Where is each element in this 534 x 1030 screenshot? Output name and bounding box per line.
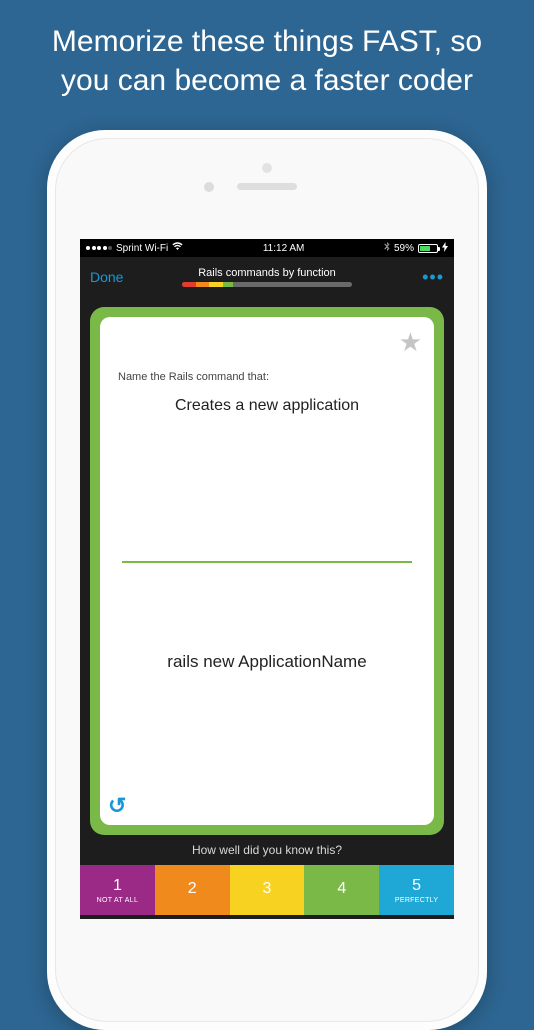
answer-text: rails new ApplicationName — [118, 652, 416, 672]
flip-icon[interactable]: ↺ — [108, 793, 126, 819]
promo-line-1: Memorize these things FAST, so — [20, 22, 514, 61]
rating-number: 4 — [337, 880, 346, 898]
signal-strength-icon — [86, 246, 112, 250]
speaker-icon — [237, 183, 297, 190]
done-button[interactable]: Done — [90, 269, 123, 285]
rating-button-4[interactable]: 4 — [304, 865, 379, 915]
nav-bar: Done Rails commands by function ••• — [80, 257, 454, 297]
prompt-text: Creates a new application — [118, 397, 416, 415]
rating-number: 5 — [412, 877, 421, 895]
front-camera-icon — [204, 182, 214, 192]
phone-bezel: Sprint Wi-Fi 11:12 AM 59% — [55, 138, 479, 1022]
battery-percent: 59% — [394, 243, 414, 254]
rating-row: 1 NOT AT ALL 2 3 4 5 PERFECTLY — [80, 865, 454, 915]
prompt-label: Name the Rails command that: — [118, 371, 416, 383]
rating-label: PERFECTLY — [395, 897, 438, 904]
rating-number: 1 — [113, 877, 122, 895]
progress-bar — [182, 282, 352, 287]
battery-icon — [418, 244, 438, 253]
charging-icon — [442, 242, 448, 255]
more-menu-icon[interactable]: ••• — [422, 267, 444, 288]
rating-number: 3 — [263, 880, 272, 898]
bluetooth-icon — [384, 242, 390, 255]
rating-number: 2 — [188, 880, 197, 898]
rating-footer: How well did you know this? 1 NOT AT ALL 2… — [80, 835, 454, 919]
rating-label: NOT AT ALL — [97, 897, 139, 904]
rating-button-2[interactable]: 2 — [155, 865, 230, 915]
rating-button-3[interactable]: 3 — [230, 865, 305, 915]
promo-headline: Memorize these things FAST, so you can b… — [0, 0, 534, 100]
card-area: ★ Name the Rails command that: Creates a… — [80, 297, 454, 835]
status-time: 11:12 AM — [263, 243, 305, 254]
wifi-icon — [172, 242, 183, 254]
rating-prompt: How well did you know this? — [80, 835, 454, 865]
flashcard[interactable]: ★ Name the Rails command that: Creates a… — [90, 307, 444, 835]
carrier-label: Sprint Wi-Fi — [116, 243, 168, 254]
rating-button-1[interactable]: 1 NOT AT ALL — [80, 865, 155, 915]
status-bar: Sprint Wi-Fi 11:12 AM 59% — [80, 239, 454, 257]
promo-line-2: you can become a faster coder — [20, 61, 514, 100]
rating-button-5[interactable]: 5 PERFECTLY — [379, 865, 454, 915]
phone-screen: Sprint Wi-Fi 11:12 AM 59% — [80, 239, 454, 919]
phone-frame: Sprint Wi-Fi 11:12 AM 59% — [47, 130, 487, 1030]
deck-title: Rails commands by function — [182, 267, 352, 279]
proximity-sensor-icon — [262, 163, 272, 173]
card-divider — [122, 561, 412, 563]
star-icon[interactable]: ★ — [399, 327, 422, 358]
